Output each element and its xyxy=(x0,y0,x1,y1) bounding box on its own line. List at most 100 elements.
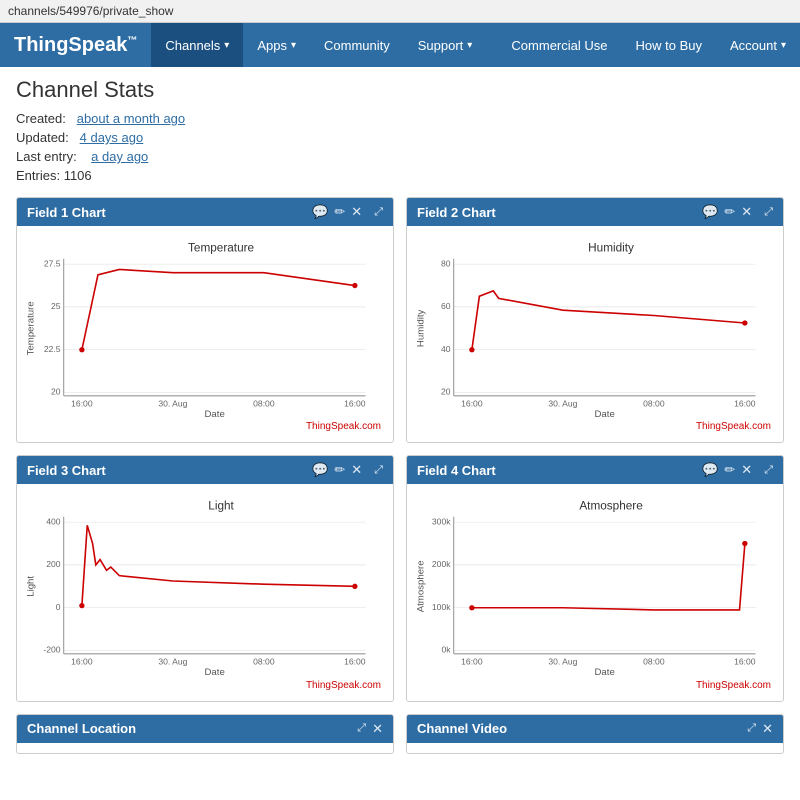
nav-support-caret: ▾ xyxy=(467,40,472,51)
chart-field4-body: Atmosphere Atmosphere 300k 200k 100k 0k … xyxy=(407,484,783,700)
chart-location-expand-icon[interactable]: ⤢ xyxy=(357,722,366,735)
chart-field1-icons: 💬 ✏ ✕ ⤢ xyxy=(312,204,383,220)
svg-text:16:00: 16:00 xyxy=(71,398,93,408)
browser-url-bar: channels/549976/private_show xyxy=(0,0,800,23)
chart-field1-svg: Temperature Temperature 27.5 25 22.5 20 xyxy=(23,232,387,419)
svg-text:0k: 0k xyxy=(441,645,451,655)
chart-location-title: Channel Location xyxy=(27,721,136,736)
nav-apps[interactable]: Apps ▾ xyxy=(243,23,310,67)
brand-logo[interactable]: ThingSpeak™ xyxy=(0,23,151,67)
svg-text:08:00: 08:00 xyxy=(253,398,275,408)
page-content: Channel Stats Created: about a month ago… xyxy=(0,67,800,764)
svg-text:Light: Light xyxy=(208,500,234,513)
chart-field2-svg: Humidity Humidity 80 60 40 20 16:00 30. … xyxy=(413,232,777,419)
chart-field2-body: Humidity Humidity 80 60 40 20 16:00 30. … xyxy=(407,226,783,442)
chart-video-close-icon[interactable]: ✕ xyxy=(762,721,773,737)
svg-text:400: 400 xyxy=(46,517,61,527)
nav-how-to-buy[interactable]: How to Buy xyxy=(622,23,716,67)
nav-channels-label: Channels xyxy=(165,38,220,53)
nav-commercial[interactable]: Commercial Use xyxy=(497,23,621,67)
chart-video-title: Channel Video xyxy=(417,721,507,736)
chart-field1-comment-icon[interactable]: 💬 xyxy=(312,204,328,220)
nav-support[interactable]: Support ▾ xyxy=(404,23,487,67)
stat-created-label: Created: xyxy=(16,111,73,126)
chart-field3-header: Field 3 Chart 💬 ✏ ✕ ⤢ xyxy=(17,456,393,484)
chart-field3-edit-icon[interactable]: ✏ xyxy=(334,462,345,478)
nav-account[interactable]: Account ▾ xyxy=(716,23,800,67)
chart-video-header: Channel Video ⤢ ✕ xyxy=(407,715,783,743)
svg-text:30. Aug: 30. Aug xyxy=(548,398,577,408)
chart-field4-expand-icon[interactable]: ⤢ xyxy=(764,464,773,477)
chart-field3-credit: ThingSpeak.com xyxy=(23,678,387,695)
svg-text:16:00: 16:00 xyxy=(461,398,483,408)
svg-text:Temperature: Temperature xyxy=(188,241,255,254)
chart-field3-title: Field 3 Chart xyxy=(27,463,106,478)
nav-community[interactable]: Community xyxy=(310,23,404,67)
svg-text:22.5: 22.5 xyxy=(44,344,61,354)
stat-entries: Entries: 1106 xyxy=(16,168,784,183)
stat-updated-value[interactable]: 4 days ago xyxy=(80,130,144,145)
chart-video-expand-icon[interactable]: ⤢ xyxy=(747,722,756,735)
svg-text:Humidity: Humidity xyxy=(588,241,634,254)
chart-field4-comment-icon[interactable]: 💬 xyxy=(702,462,718,478)
nav-channels-caret: ▾ xyxy=(224,40,229,51)
svg-text:200: 200 xyxy=(46,559,61,569)
chart-field2-close-icon[interactable]: ✕ xyxy=(741,204,752,220)
stat-last-entry-value[interactable]: a day ago xyxy=(91,149,148,164)
nav-channels[interactable]: Channels ▾ xyxy=(151,23,243,67)
chart-field3: Field 3 Chart 💬 ✏ ✕ ⤢ Light Light 400 20… xyxy=(16,455,394,701)
svg-text:30. Aug: 30. Aug xyxy=(158,398,187,408)
chart-field2-expand-icon[interactable]: ⤢ xyxy=(764,206,773,219)
chart-video: Channel Video ⤢ ✕ xyxy=(406,714,784,754)
svg-text:27.5: 27.5 xyxy=(44,258,61,268)
page-title: Channel Stats xyxy=(16,77,784,103)
svg-text:-200: -200 xyxy=(43,645,60,655)
svg-text:20: 20 xyxy=(441,387,451,397)
svg-text:Atmosphere: Atmosphere xyxy=(579,500,643,513)
svg-text:200k: 200k xyxy=(432,559,451,569)
nav-account-label: Account xyxy=(730,38,777,53)
chart-location-icons: ⤢ ✕ xyxy=(357,721,383,737)
chart-field1-close-icon[interactable]: ✕ xyxy=(351,204,362,220)
svg-text:30. Aug: 30. Aug xyxy=(548,657,577,667)
stat-created-value[interactable]: about a month ago xyxy=(77,111,185,126)
chart-location-close-icon[interactable]: ✕ xyxy=(372,721,383,737)
nav-apps-label: Apps xyxy=(257,38,287,53)
chart-field4-credit: ThingSpeak.com xyxy=(413,678,777,695)
navbar: ThingSpeak™ Channels ▾ Apps ▾ Community … xyxy=(0,23,800,67)
chart-field1-expand-icon[interactable]: ⤢ xyxy=(374,206,383,219)
chart-field3-close-icon[interactable]: ✕ xyxy=(351,462,362,478)
chart-field2-comment-icon[interactable]: 💬 xyxy=(702,204,718,220)
chart-location-header: Channel Location ⤢ ✕ xyxy=(17,715,393,743)
svg-text:80: 80 xyxy=(441,258,451,268)
chart-field1-body: Temperature Temperature 27.5 25 22.5 20 xyxy=(17,226,393,442)
navbar-right: Commercial Use How to Buy Account ▾ xyxy=(497,23,800,67)
stat-entries-value: 1106 xyxy=(64,168,92,183)
chart-field1-edit-icon[interactable]: ✏ xyxy=(334,204,345,220)
svg-text:Date: Date xyxy=(594,409,614,419)
chart-field2-edit-icon[interactable]: ✏ xyxy=(724,204,735,220)
chart-field4-edit-icon[interactable]: ✏ xyxy=(724,462,735,478)
chart-field2-icons: 💬 ✏ ✕ ⤢ xyxy=(702,204,773,220)
brand-tm: ™ xyxy=(127,35,137,46)
chart-field4-close-icon[interactable]: ✕ xyxy=(741,462,752,478)
chart-field3-comment-icon[interactable]: 💬 xyxy=(312,462,328,478)
nav-support-label: Support xyxy=(418,38,464,53)
svg-text:100k: 100k xyxy=(432,602,451,612)
stat-updated: Updated: 4 days ago xyxy=(16,130,784,145)
bottom-chart-grid: Channel Location ⤢ ✕ Channel Video ⤢ ✕ xyxy=(16,714,784,754)
chart-field1-credit: ThingSpeak.com xyxy=(23,419,387,436)
stat-created: Created: about a month ago xyxy=(16,111,784,126)
brand-name: ThingSpeak™ xyxy=(14,34,137,57)
url-text: channels/549976/private_show xyxy=(8,4,173,18)
chart-field3-svg: Light Light 400 200 0 -200 16:00 30. Aug… xyxy=(23,490,387,677)
chart-field3-expand-icon[interactable]: ⤢ xyxy=(374,464,383,477)
chart-field1: Field 1 Chart 💬 ✏ ✕ ⤢ Temperature Temper… xyxy=(16,197,394,443)
chart-field1-title: Field 1 Chart xyxy=(27,205,106,220)
nav-how-to-buy-label: How to Buy xyxy=(636,38,702,53)
chart-grid: Field 1 Chart 💬 ✏ ✕ ⤢ Temperature Temper… xyxy=(16,197,784,702)
chart-field2: Field 2 Chart 💬 ✏ ✕ ⤢ Humidity Humidity … xyxy=(406,197,784,443)
chart-video-icons: ⤢ ✕ xyxy=(747,721,773,737)
svg-text:16:00: 16:00 xyxy=(344,657,366,667)
stat-last-entry: Last entry: a day ago xyxy=(16,149,784,164)
